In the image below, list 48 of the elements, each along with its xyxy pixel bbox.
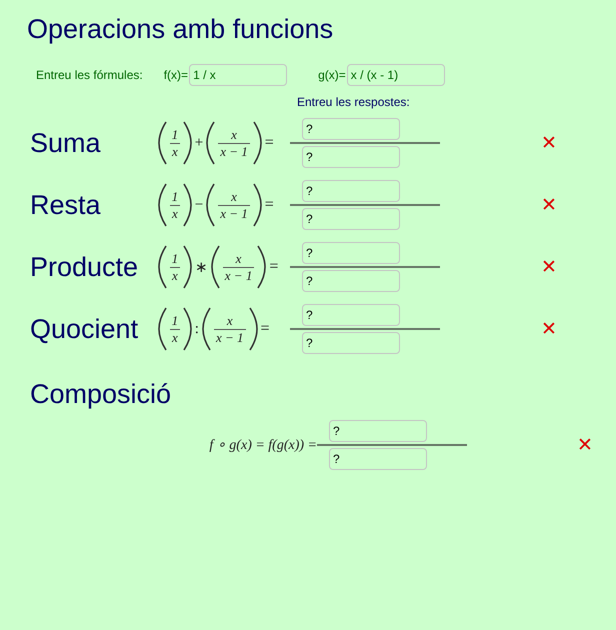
page-title: Operacions amb funcions	[27, 13, 334, 45]
left-paren-icon	[158, 307, 168, 351]
left-paren-icon	[210, 245, 221, 289]
right-paren-icon	[248, 307, 258, 351]
right-paren-icon	[256, 245, 266, 289]
left-paren-icon	[202, 307, 212, 351]
right-paren-icon	[252, 183, 262, 227]
operation-label: Producte	[30, 252, 140, 282]
g-label: g(x)=	[318, 68, 346, 82]
answers-label: Entreu les respostes:	[297, 95, 411, 109]
formula: f ∘ g(x) = f(g(x)) =	[208, 437, 317, 454]
g-input-field[interactable]: x / (x - 1)	[346, 64, 445, 86]
numerator-input-field[interactable]: ?	[302, 304, 400, 326]
right-paren-icon	[182, 245, 192, 289]
right-paren-icon	[182, 121, 192, 165]
f-input-field[interactable]: 1 / x	[189, 64, 288, 86]
formulas-label: Entreu les fórmules:	[36, 68, 143, 82]
wrong-mark: ✕	[541, 132, 557, 154]
formula: 1 x + x x − 1 =	[158, 121, 290, 165]
denominator-input-field[interactable]: ?	[302, 270, 400, 292]
operation-label: Suma	[30, 128, 102, 158]
denominator-input-field[interactable]: ?	[329, 448, 427, 470]
formula: 1 x ∗ x x − 1 =	[158, 245, 290, 289]
f-label: f(x)=	[164, 68, 188, 82]
numerator-input-field[interactable]: ?	[302, 242, 400, 264]
left-paren-icon	[206, 183, 216, 227]
left-paren-icon	[158, 245, 168, 289]
numerator-input-field[interactable]: ?	[302, 118, 400, 140]
formula: 1 x − x x − 1 =	[158, 183, 290, 227]
operation-label: Composició	[30, 378, 172, 410]
left-paren-icon	[158, 121, 168, 165]
numerator-input-field[interactable]: ?	[302, 180, 400, 202]
wrong-mark: ✕	[541, 318, 557, 340]
right-paren-icon	[182, 183, 192, 227]
operation-label: Resta	[30, 190, 102, 220]
numerator-input-field[interactable]: ?	[329, 420, 427, 442]
wrong-mark: ✕	[541, 256, 557, 278]
right-paren-icon	[182, 307, 192, 351]
denominator-input-field[interactable]: ?	[302, 208, 400, 230]
wrong-mark: ✕	[541, 194, 557, 216]
right-paren-icon	[252, 121, 262, 165]
wrong-mark: ✕	[577, 434, 593, 456]
left-paren-icon	[206, 121, 216, 165]
denominator-input-field[interactable]: ?	[302, 146, 400, 168]
denominator-input-field[interactable]: ?	[302, 332, 400, 354]
left-paren-icon	[158, 183, 168, 227]
formula: 1 x : x x − 1 =	[158, 307, 290, 351]
operation-label: Quocient	[30, 314, 140, 344]
